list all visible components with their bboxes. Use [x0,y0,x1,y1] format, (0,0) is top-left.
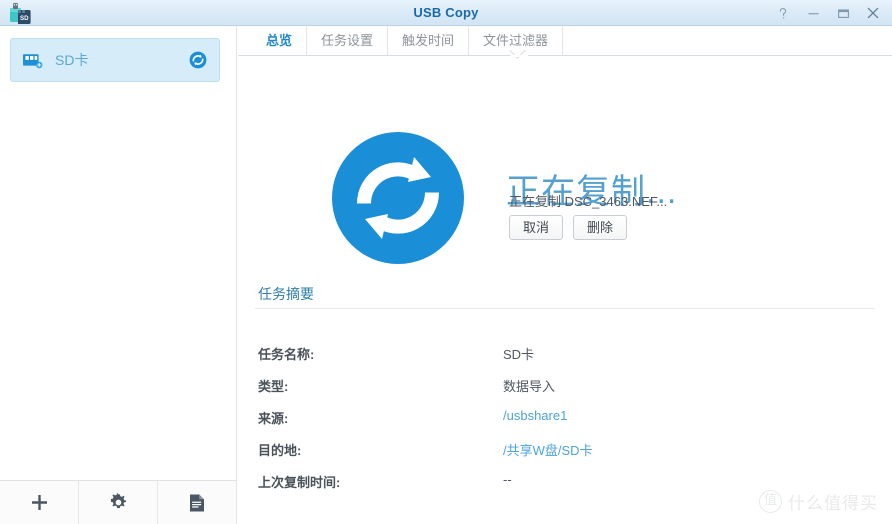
summary-label: 任务名称: [258,347,315,362]
usb-copy-window: SD USB Copy SD卡 总览 任务设置 触发时间 文件过滤器 正在复制.… [0,0,892,524]
sidebar-item-sd-card[interactable]: SD卡 [10,38,220,82]
summary-row-type: 类型: 数据导入 [258,376,878,408]
summary-row-source: 来源: /usbshare1 [258,408,878,440]
tab-bar: 总览 任务设置 触发时间 文件过滤器 [238,26,892,55]
main-panel: 总览 任务设置 触发时间 文件过滤器 正在复制... 正在复制 DSC_3463… [238,26,892,524]
summary-row-task-name: 任务名称: SD卡 [258,344,878,376]
settings-button[interactable] [79,481,158,524]
summary-value: -- [503,472,512,487]
sidebar-toolbar [0,480,237,524]
window-controls [768,0,888,26]
summary-label: 目的地: [258,443,302,458]
document-log-icon [188,493,206,513]
summary-row-destination: 目的地: /共享W盘/SD卡 [258,440,878,472]
task-summary-rows: 任务名称: SD卡 类型: 数据导入 来源: /usbshare1 目的地: /… [258,344,878,504]
summary-label: 来源: [258,411,289,426]
sd-card-icon [23,51,43,69]
status-detail: 正在复制 DSC_3463.NEF... [509,194,668,209]
plus-icon [30,493,49,512]
log-button[interactable] [158,481,236,524]
summary-row-last-copy-time: 上次复制时间: -- [258,472,878,504]
task-summary-heading: 任务摘要 [258,286,314,302]
summary-value-source-link[interactable]: /usbshare1 [503,408,567,423]
maximize-button[interactable] [828,0,858,26]
summary-value: SD卡 [503,347,535,362]
summary-value: 数据导入 [503,379,556,394]
tab-task-settings[interactable]: 任务设置 [307,26,389,55]
help-button[interactable] [768,0,798,26]
cancel-button[interactable]: 取消 [509,215,563,240]
sync-circle-icon [330,130,466,266]
tab-trigger-time[interactable]: 触发时间 [388,26,470,55]
summary-value-destination-link[interactable]: /共享W盘/SD卡 [503,440,593,459]
tab-overview[interactable]: 总览 [252,26,308,55]
window-title: USB Copy [413,5,479,20]
status-actions: 取消 删除 [509,215,627,240]
summary-label: 上次复制时间: [258,475,341,490]
task-summary-divider [255,308,875,309]
title-bar: SD USB Copy [0,0,892,26]
close-button[interactable] [858,0,888,26]
sync-running-icon [189,51,207,69]
gear-icon [109,493,128,512]
summary-label: 类型: [258,379,289,394]
status-hero: 正在复制... 正在复制 DSC_3463.NEF... 取消 删除 [238,55,892,270]
minimize-button[interactable] [798,0,828,26]
delete-button[interactable]: 删除 [573,215,627,240]
add-task-button[interactable] [0,481,79,524]
sidebar: SD卡 [0,26,237,480]
sidebar-item-label: SD卡 [55,52,89,68]
